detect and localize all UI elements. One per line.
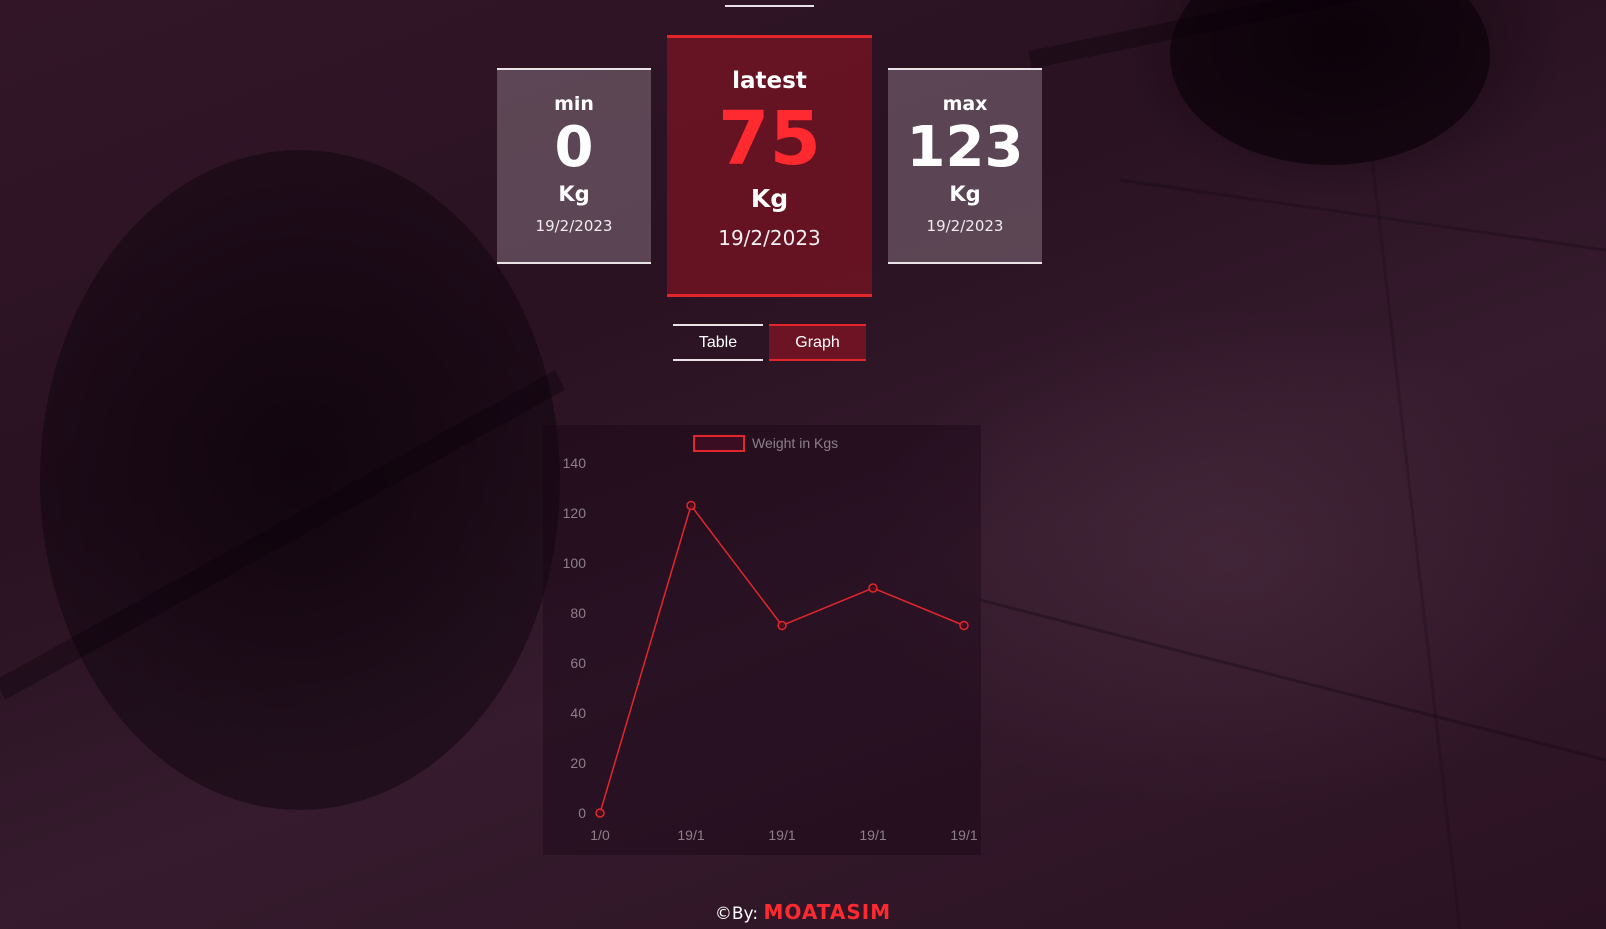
x-axis-ticks: 1/0 19/1 19/1 19/1 19/1 <box>590 827 978 843</box>
x-tick-label: 1/0 <box>590 827 610 843</box>
x-tick-label: 19/1 <box>677 827 704 843</box>
data-point[interactable] <box>686 500 696 511</box>
footer: ©By: MOATASIM <box>0 900 1606 924</box>
weight-series-line <box>599 503 965 814</box>
y-tick-label: 60 <box>570 655 586 671</box>
weight-series-points <box>595 500 969 818</box>
y-tick-label: 100 <box>563 555 587 571</box>
data-point[interactable] <box>959 620 969 631</box>
y-tick-label: 0 <box>578 805 586 821</box>
y-tick-label: 20 <box>570 755 586 771</box>
weight-line-chart: Weight in Kgs 0 20 40 60 80 100 120 140 1/0 19/1… <box>563 435 978 843</box>
x-tick-label: 19/1 <box>859 827 886 843</box>
data-point[interactable] <box>868 583 878 593</box>
y-tick-label: 140 <box>563 455 587 471</box>
footer-prefix: ©By: <box>714 904 759 924</box>
legend-swatch[interactable] <box>693 435 745 452</box>
footer-author-link[interactable]: MOATASIM <box>764 900 892 924</box>
x-tick-label: 19/1 <box>950 827 977 843</box>
x-tick-label: 19/1 <box>768 827 795 843</box>
y-tick-label: 40 <box>570 705 586 721</box>
data-point[interactable] <box>595 808 605 818</box>
y-tick-label: 80 <box>570 605 586 621</box>
data-point[interactable] <box>777 620 787 631</box>
legend-label[interactable]: Weight in Kgs <box>752 435 838 451</box>
y-tick-label: 120 <box>563 505 587 521</box>
y-axis-ticks: 0 20 40 60 80 100 120 140 <box>563 455 587 821</box>
